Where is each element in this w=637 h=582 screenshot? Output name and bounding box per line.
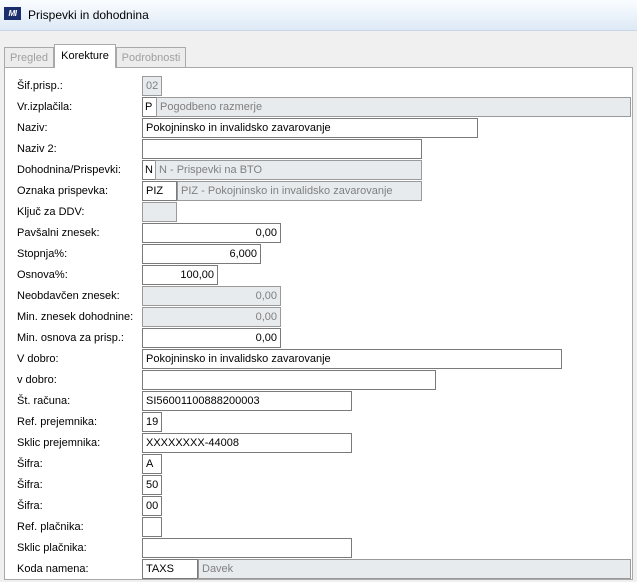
koda-namena-desc-field: Davek: [198, 559, 631, 579]
dohodnina-desc-field: N - Prispevki na BTO: [155, 160, 422, 180]
tab-podrobnosti[interactable]: Podrobnosti: [116, 47, 186, 67]
koda-namena-label: Koda namena:: [17, 563, 89, 575]
sif-prisp-label: Šif.prisp.:: [17, 80, 63, 92]
dohodnina-code-field[interactable]: N: [142, 160, 156, 180]
ref-placnika-label: Ref. plačnika:: [17, 521, 84, 533]
sifra1-label: Šifra:: [17, 458, 43, 470]
ref-placnika-field[interactable]: [142, 517, 162, 537]
stopnja-field[interactable]: 6,000: [142, 244, 261, 264]
ref-prejemnika-field[interactable]: 19: [142, 412, 162, 432]
sklic-placnika-label: Sklic plačnika:: [17, 542, 87, 554]
naziv2-label: Naziv 2:: [17, 143, 57, 155]
kljuc-ddv-field[interactable]: [142, 202, 177, 222]
ref-prejemnika-label: Ref. prejemnika:: [17, 416, 98, 428]
tab-strip: Pregled Korekture Podrobnosti: [0, 43, 637, 68]
sklic-placnika-field[interactable]: [142, 538, 352, 558]
sklic-prejemnika-label: Sklic prejemnika:: [17, 437, 101, 449]
tab-pregled[interactable]: Pregled: [4, 47, 54, 67]
oznaka-label: Oznaka prispevka:: [17, 185, 109, 197]
title-bar: MI Prispevki in dohodnina: [0, 0, 637, 31]
vr-izplacila-label: Vr.izplačila:: [17, 101, 73, 113]
naziv-field[interactable]: Pokojninsko in invalidsko zavarovanje: [142, 118, 478, 138]
oznaka-code-field[interactable]: PIZ: [142, 181, 177, 201]
st-racuna-field[interactable]: SI56001100888200003: [142, 391, 352, 411]
kljuc-ddv-label: Ključ za DDV:: [17, 206, 85, 218]
min-dohodnine-field[interactable]: 0,00: [142, 307, 281, 327]
v-dobro-field[interactable]: Pokojninsko in invalidsko zavarovanje: [142, 349, 562, 369]
naziv2-field[interactable]: [142, 139, 422, 159]
dohodnina-label: Dohodnina/Prispevki:: [17, 164, 121, 176]
sif-prisp-field[interactable]: 02: [142, 76, 162, 96]
stopnja-label: Stopnja%:: [17, 248, 68, 260]
vr-izplacila-code-field[interactable]: P: [142, 97, 157, 117]
osnova-label: Osnova%:: [17, 269, 68, 281]
tab-korekture[interactable]: Korekture: [54, 44, 116, 68]
osnova-field[interactable]: 100,00: [142, 265, 218, 285]
neobdavcen-field[interactable]: 0,00: [142, 286, 281, 306]
korekture-panel: Šif.prisp.: 02 Vr.izplačila: P Pogodbeno…: [4, 67, 633, 580]
sifra2-field[interactable]: 50: [142, 475, 162, 495]
window-title: Prispevki in dohodnina: [28, 8, 149, 22]
min-osnova-field[interactable]: 0,00: [142, 328, 281, 348]
koda-namena-code-field[interactable]: TAXS: [142, 559, 198, 579]
min-dohodnine-label: Min. znesek dohodnine:: [17, 311, 134, 323]
sifra3-field[interactable]: 00: [142, 496, 162, 516]
sifra3-label: Šifra:: [17, 500, 43, 512]
min-osnova-label: Min. osnova za prisp.:: [17, 332, 124, 344]
v-dobro-label: V dobro:: [17, 353, 59, 365]
naziv-label: Naziv:: [17, 122, 48, 134]
app-logo-icon: MI: [4, 7, 21, 20]
v-dobro2-label: v dobro:: [17, 374, 57, 386]
neobdavcen-label: Neobdavčen znesek:: [17, 290, 120, 302]
sifra2-label: Šifra:: [17, 479, 43, 491]
pavsalni-field[interactable]: 0,00: [142, 223, 281, 243]
sifra1-field[interactable]: A: [142, 454, 162, 474]
sklic-prejemnika-field[interactable]: XXXXXXXX-44008: [142, 433, 352, 453]
oznaka-desc-field: PIZ - Pokojninsko in invalidsko zavarova…: [177, 181, 422, 201]
pavsalni-label: Pavšalni znesek:: [17, 227, 100, 239]
v-dobro2-field[interactable]: [142, 370, 436, 390]
st-racuna-label: Št. računa:: [17, 395, 71, 407]
vr-izplacila-desc-field: Pogodbeno razmerje: [156, 97, 631, 117]
